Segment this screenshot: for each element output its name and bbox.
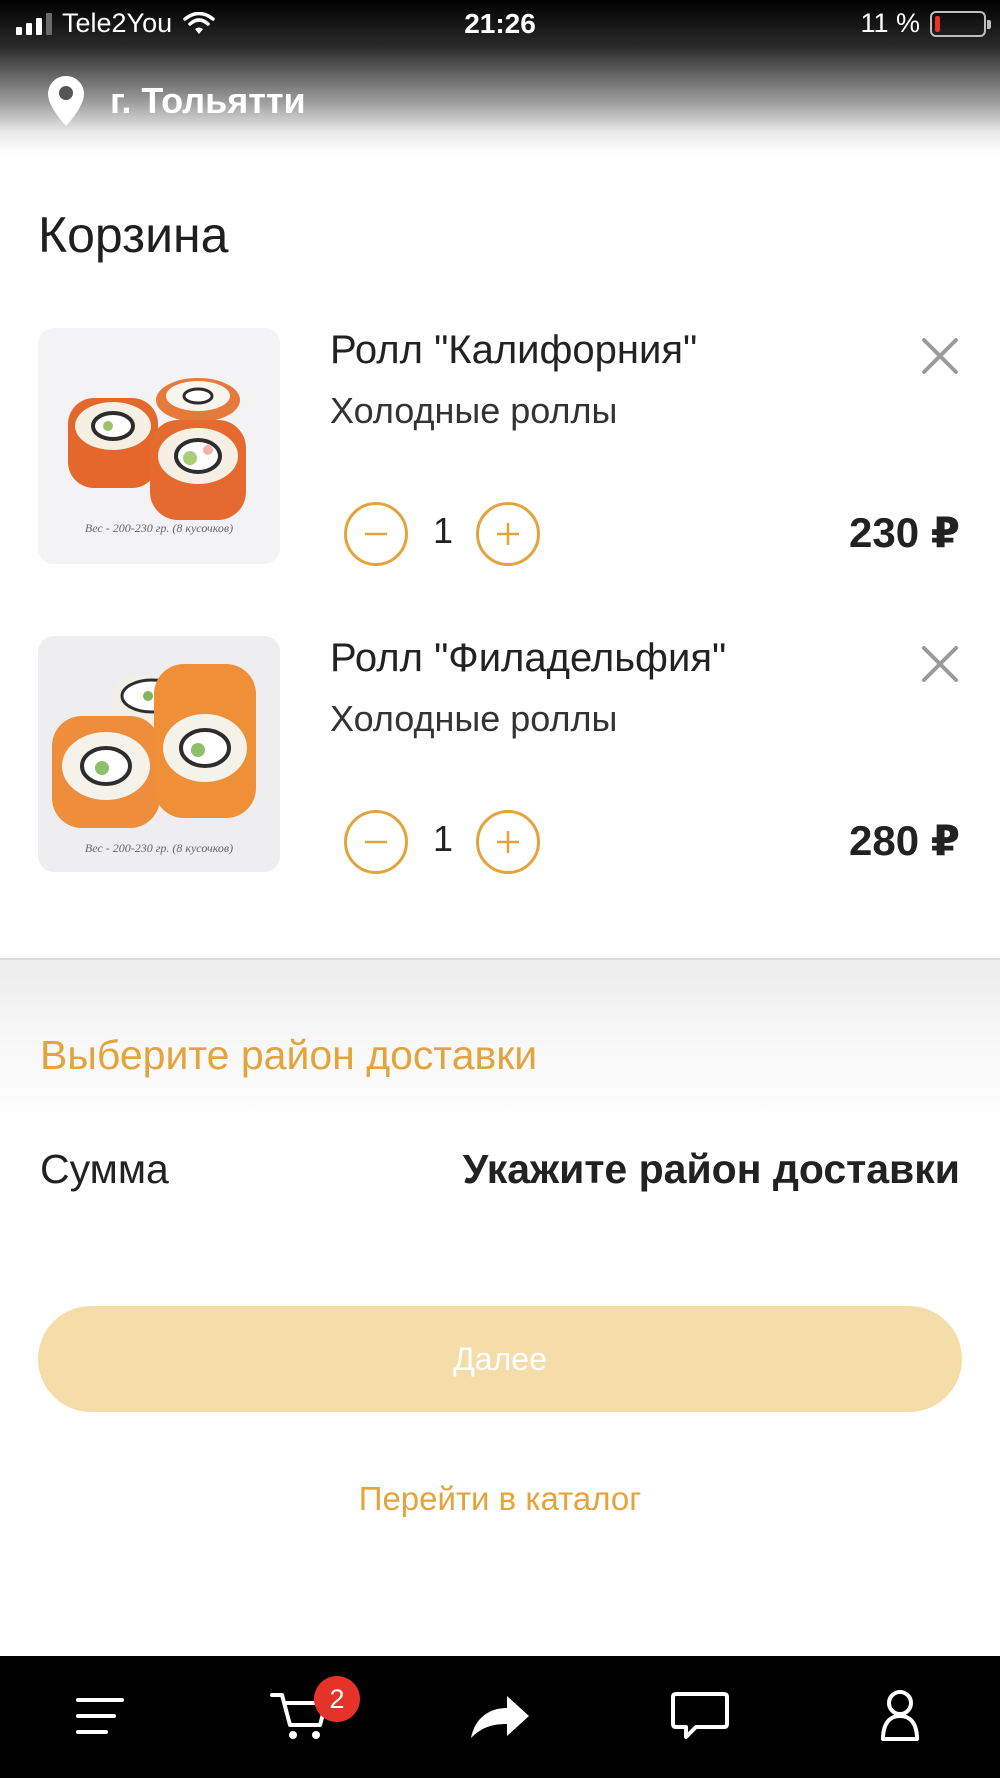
status-bar: Tele2You 21:26 11 % — [0, 0, 1000, 52]
close-icon — [922, 646, 958, 682]
choose-district-link[interactable]: Выберите район доставки — [40, 1032, 537, 1079]
battery-percent: 11 % — [860, 8, 920, 38]
cart-item: Вес - 200-230 гр. (8 кусочков) Ролл "Фил… — [0, 636, 1000, 876]
remove-item-button[interactable] — [916, 332, 964, 380]
map-pin-icon — [48, 76, 84, 126]
quantity-value: 1 — [432, 510, 454, 551]
item-name[interactable]: Ролл "Филадельфия" — [330, 636, 726, 681]
share-icon — [471, 1696, 529, 1738]
chat-icon — [671, 1692, 729, 1739]
image-caption: Вес - 200-230 гр. (8 кусочков) — [85, 841, 233, 855]
item-image[interactable]: Вес - 200-230 гр. (8 кусочков) — [38, 636, 280, 872]
tab-menu[interactable] — [60, 1676, 140, 1756]
tab-profile[interactable] — [860, 1676, 940, 1756]
increase-quantity-button[interactable] — [476, 502, 540, 566]
california-roll-image: Вес - 200-230 гр. (8 кусочков) — [38, 328, 280, 564]
item-name[interactable]: Ролл "Калифорния" — [330, 328, 697, 373]
go-to-catalog-link[interactable]: Перейти в каталог — [0, 1480, 1000, 1518]
menu-icon — [76, 1698, 124, 1734]
page-title: Корзина — [38, 207, 229, 263]
status-right: 11 % — [860, 8, 991, 39]
status-time: 21:26 — [464, 8, 536, 39]
increase-quantity-button[interactable] — [476, 810, 540, 874]
remove-item-button[interactable] — [916, 640, 964, 688]
item-price: 230 ₽ — [849, 509, 960, 556]
tab-share[interactable] — [460, 1676, 540, 1756]
city-name: г. Тольятти — [110, 80, 306, 121]
image-caption: Вес - 200-230 гр. (8 кусочков) — [85, 521, 233, 535]
close-icon — [922, 338, 958, 374]
quantity-value: 1 — [432, 818, 454, 859]
sum-value: Укажите район доставки — [462, 1146, 960, 1192]
plus-icon — [497, 831, 519, 853]
sum-label: Сумма — [40, 1146, 169, 1192]
decrease-quantity-button[interactable] — [344, 810, 408, 874]
item-category: Холодные роллы — [330, 390, 618, 431]
plus-icon — [497, 523, 519, 545]
philadelphia-roll-image: Вес - 200-230 гр. (8 кусочков) — [38, 636, 280, 872]
cart-item: Вес - 200-230 гр. (8 кусочков) Ролл "Кал… — [0, 328, 1000, 568]
battery-icon — [930, 10, 991, 37]
city-selector[interactable]: г. Тольятти — [48, 76, 306, 126]
item-category: Холодные роллы — [330, 698, 618, 739]
item-image[interactable]: Вес - 200-230 гр. (8 кусочков) — [38, 328, 280, 564]
next-button[interactable]: Далее — [38, 1306, 962, 1412]
item-price: 280 ₽ — [849, 817, 960, 864]
tab-chat[interactable] — [660, 1676, 740, 1756]
battery-level — [935, 15, 940, 32]
cart-count-badge: 2 — [314, 1676, 360, 1722]
tab-bar: 2 — [0, 1656, 1000, 1778]
decrease-quantity-button[interactable] — [344, 502, 408, 566]
minus-icon — [365, 840, 387, 844]
top-header: Tele2You 21:26 11 % г. Тольятти — [0, 0, 1000, 155]
profile-icon — [881, 1690, 919, 1741]
minus-icon — [365, 532, 387, 536]
